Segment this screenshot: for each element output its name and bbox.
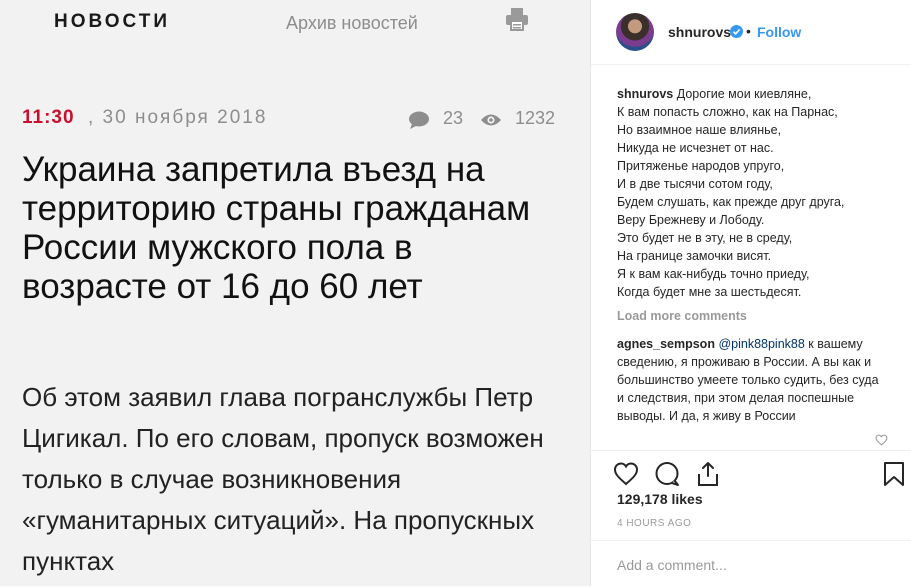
nav-news-link[interactable]: НОВОСТИ [54,11,170,33]
printer-icon[interactable] [504,6,530,32]
instagram-post-panel: shnurovs • Follow shnurovs Дорогие мои к… [590,0,911,586]
caption-line: И в две тысячи сотом году, [617,177,773,191]
caption-line: Притяженье народов упруго, [617,159,785,173]
header-separator: • [746,23,751,39]
comment: agnes_sempson @pink88pink88 к вашему све… [617,335,883,425]
article-date: , 30 ноября 2018 [88,107,268,128]
load-more-comments-button[interactable]: Load more comments [617,307,883,325]
article-lead: Об этом заявил глава погранслужбы Петр Ц… [22,382,544,576]
comment-like-heart-icon[interactable] [875,434,888,446]
article-headline: Украина запретила въезд на территорию ст… [22,150,531,306]
post-actions-bar [591,450,911,497]
caption-line: Будем слушать, как прежде друг друга, [617,195,845,209]
add-comment-placeholder[interactable]: Add a comment... [617,557,727,573]
verified-badge-icon [730,25,743,38]
article-time: 11:30 [22,107,75,128]
share-icon[interactable] [695,461,721,487]
avatar[interactable] [616,13,654,51]
views-count: 1232 [515,108,556,128]
post-timestamp[interactable]: 4 HOURS AGO [617,518,691,529]
caption-first-line: shnurovs Дорогие мои киевляне, [617,85,883,103]
comment-username[interactable]: agnes_sempson [617,337,715,351]
caption: shnurovs Дорогие мои киевляне, К вам поп… [617,85,883,301]
caption-line: Но взаимное наше влиянье, [617,123,782,137]
caption-line: Это будет не в эту, не в среду, [617,231,793,245]
caption-line: Когда будет мне за шестьдесят. [617,285,802,299]
caption-line: Дорогие мои киевляне, [676,87,812,101]
nav-archive-link[interactable]: Архив новостей [286,13,418,34]
caption-line: К вам попасть сложно, как на Парнас, [617,105,838,119]
add-comment-field[interactable]: Add a comment... [591,540,911,587]
caption-line: Веру Брежневу и Лободу. [617,213,765,227]
caption-line: Я к вам как-нибудь точно приеду, [617,267,810,281]
post-username[interactable]: shnurovs [668,24,731,40]
bookmark-icon[interactable] [881,461,907,487]
comment-bubble-icon[interactable] [408,110,430,130]
caption-line: На границе замочки висят. [617,249,772,263]
comments-list[interactable]: shnurovs Дорогие мои киевляне, К вам поп… [617,85,883,446]
likes-count[interactable]: 129,178 likes [617,491,703,507]
comment-mention[interactable]: @pink88pink88 [718,337,804,351]
eye-icon [481,114,501,126]
heart-icon[interactable] [613,461,639,487]
comment-icon[interactable] [654,461,680,487]
news-article-pane: НОВОСТИ Архив новостей 11:30 , 30 ноября… [0,0,590,586]
follow-button[interactable]: Follow [757,24,801,40]
comments-count[interactable]: 23 [443,108,463,129]
caption-username[interactable]: shnurovs [617,87,673,101]
caption-line: Никуда не исчезнет от нас. [617,141,774,155]
post-header: shnurovs • Follow [591,0,911,65]
